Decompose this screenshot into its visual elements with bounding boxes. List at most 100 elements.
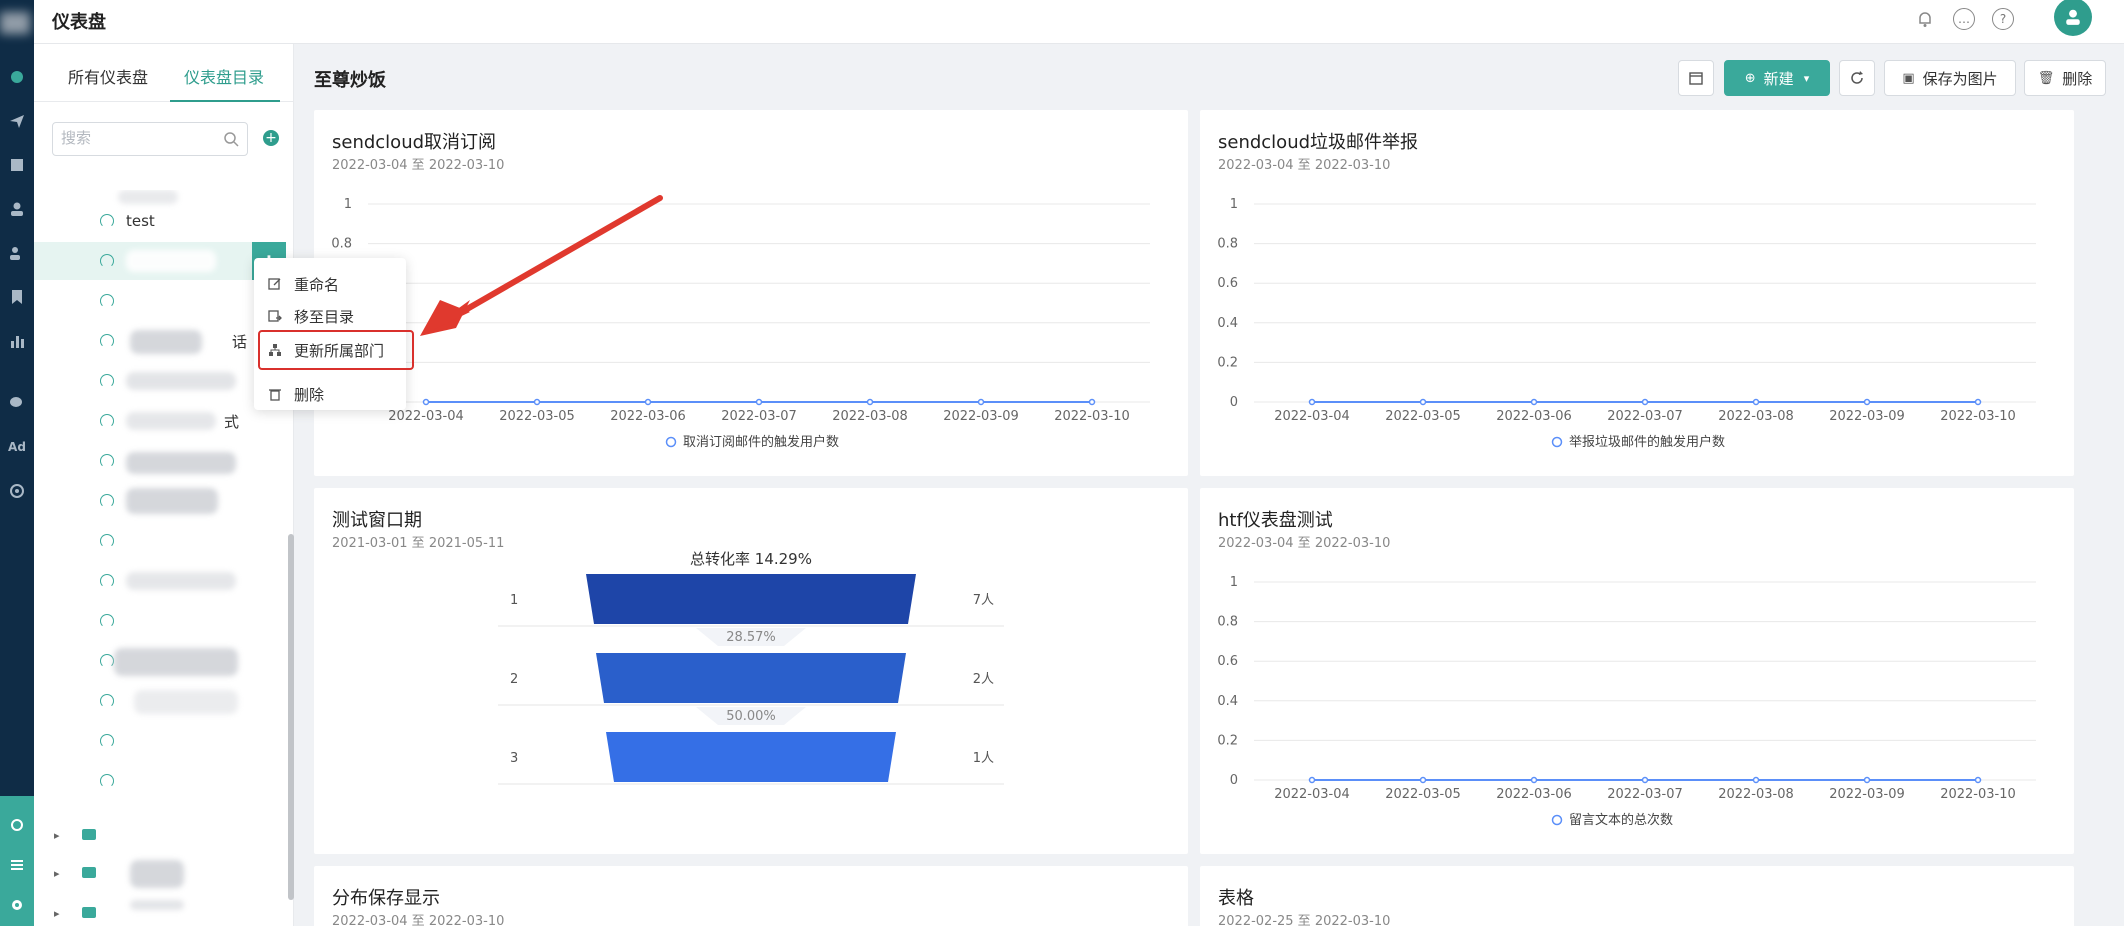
tree-item[interactable]: [34, 722, 286, 760]
search-input[interactable]: [61, 123, 211, 153]
ad-icon[interactable]: Ad: [5, 436, 29, 458]
chevron-right-icon[interactable]: ▸: [54, 907, 60, 920]
chevron-right-icon[interactable]: ▸: [54, 829, 60, 842]
chat-icon[interactable]: [5, 392, 29, 414]
org-icon: [268, 343, 282, 357]
conversion-rate: 28.57%: [726, 630, 776, 645]
tab-dashboard-directory[interactable]: 仪表盘目录: [184, 64, 264, 88]
dashboard-icon: [100, 734, 114, 748]
dashboard-icon: [100, 374, 114, 388]
redacted-label: [134, 690, 238, 714]
x-tick-label: 2022-03-05: [1385, 409, 1461, 424]
folder-row[interactable]: ▸: [34, 858, 286, 890]
menu-item-label: 更新所属部门: [294, 341, 385, 360]
legend-marker: [1551, 814, 1563, 826]
tree-item[interactable]: [34, 282, 286, 320]
funnel-bar: [586, 574, 916, 624]
chevron-right-icon[interactable]: ▸: [54, 867, 60, 880]
logo: [0, 12, 30, 34]
bookmark-icon[interactable]: [5, 286, 29, 308]
dashboard-icon: [100, 254, 114, 268]
avatar[interactable]: [2054, 0, 2092, 36]
delete-button[interactable]: 🗑 删除: [2024, 60, 2106, 96]
tree-item[interactable]: [34, 562, 286, 600]
save-image-button[interactable]: ▣ 保存为图片: [1884, 60, 2016, 96]
tree-item[interactable]: [34, 762, 286, 800]
help-icon[interactable]: ?: [1992, 8, 2014, 30]
tree-item[interactable]: 话: [34, 322, 286, 360]
tree-item[interactable]: [34, 642, 286, 680]
data-point: [1530, 776, 1538, 784]
x-tick-label: 2022-03-07: [1607, 787, 1683, 802]
dashboard-icon: [100, 774, 114, 788]
page-title: 仪表盘: [52, 12, 106, 33]
dashboard-icon: [100, 574, 114, 588]
funnel-step-label: 2: [510, 672, 518, 687]
message-icon[interactable]: …: [1953, 8, 1975, 30]
menu-item-update-department[interactable]: 更新所属部门: [268, 338, 384, 362]
gear-icon[interactable]: [5, 894, 29, 916]
user-icon[interactable]: [5, 198, 29, 220]
search-field[interactable]: [52, 122, 248, 156]
folder-row[interactable]: ▸: [34, 820, 286, 852]
x-tick-label: 2022-03-10: [1054, 409, 1130, 424]
chart-card: sendcloud取消订阅 2022-03-04 至 2022-03-10 00…: [314, 110, 1188, 476]
calendar-button[interactable]: [1678, 60, 1714, 96]
search-icon[interactable]: [223, 131, 239, 147]
menu-item-move[interactable]: 移至目录: [268, 304, 354, 328]
users-icon[interactable]: [5, 242, 29, 264]
layout-icon[interactable]: [5, 154, 29, 176]
new-button-label: 新建: [1763, 69, 1794, 88]
chart-date-range: 2022-02-25 至 2022-03-10: [1218, 914, 1391, 926]
tree-item[interactable]: [34, 442, 286, 480]
tree-item[interactable]: test: [34, 202, 286, 240]
chevron-down-icon[interactable]: ▾: [1804, 72, 1810, 85]
list-icon[interactable]: [5, 854, 29, 876]
chart-card: sendcloud垃圾邮件举报 2022-03-04 至 2022-03-10 …: [1200, 110, 2074, 476]
data-point: [1419, 776, 1427, 784]
refresh-button[interactable]: [1839, 60, 1875, 96]
tree-item[interactable]: [34, 522, 286, 560]
folder-row[interactable]: ▸: [34, 898, 286, 926]
add-icon[interactable]: +: [263, 130, 279, 146]
tree-item[interactable]: [34, 482, 286, 520]
bell-icon[interactable]: [1914, 8, 1936, 30]
chart-title: 分布保存显示: [332, 888, 440, 909]
menu-item-delete[interactable]: 删除: [268, 382, 324, 406]
funnel-value-label: 2人: [973, 672, 994, 687]
tab-all-dashboards[interactable]: 所有仪表盘: [68, 64, 148, 88]
main-content: 至尊炒饭 ⊕ 新建 ▾ ▣ 保存为图片 🗑 删除 sendcloud取消订阅 2…: [294, 44, 2124, 926]
x-tick-label: 2022-03-08: [832, 409, 908, 424]
folder-icon: [82, 867, 96, 878]
dashboard-sidebar: 所有仪表盘 仪表盘目录 + test ⋮ 话 式: [34, 44, 294, 926]
bar-chart-icon[interactable]: [5, 330, 29, 352]
x-tick-label: 2022-03-04: [1274, 409, 1350, 424]
y-tick-label: 0.8: [331, 237, 352, 252]
redacted-label: [126, 452, 236, 474]
tree-item[interactable]: [34, 602, 286, 640]
funnel-value-label: 1人: [973, 751, 994, 766]
edit-icon: [268, 277, 282, 291]
tree-item[interactable]: 式: [34, 402, 286, 440]
funnel-bar: [606, 732, 896, 782]
redacted-label: [130, 860, 184, 888]
send-icon[interactable]: [5, 110, 29, 132]
x-tick-label: 2022-03-10: [1940, 409, 2016, 424]
y-tick-label: 0.6: [1217, 276, 1238, 291]
tree-item[interactable]: [34, 682, 286, 720]
menu-item-rename[interactable]: 重命名: [268, 272, 339, 296]
data-point: [533, 398, 541, 406]
delete-label: 删除: [2062, 69, 2093, 88]
y-tick-label: 0.2: [1217, 355, 1238, 370]
x-tick-label: 2022-03-05: [1385, 787, 1461, 802]
new-button[interactable]: ⊕ 新建 ▾: [1724, 60, 1830, 96]
dashboard-icon: [100, 334, 114, 348]
data-point: [1308, 776, 1316, 784]
target-icon[interactable]: [5, 480, 29, 502]
dashboard-icon[interactable]: [5, 66, 29, 88]
redacted-label: [126, 250, 216, 272]
dashboard-icon: [100, 414, 114, 428]
tree-item[interactable]: [34, 362, 286, 400]
network-icon[interactable]: [5, 814, 29, 836]
tree-item-active[interactable]: ⋮: [34, 242, 286, 280]
